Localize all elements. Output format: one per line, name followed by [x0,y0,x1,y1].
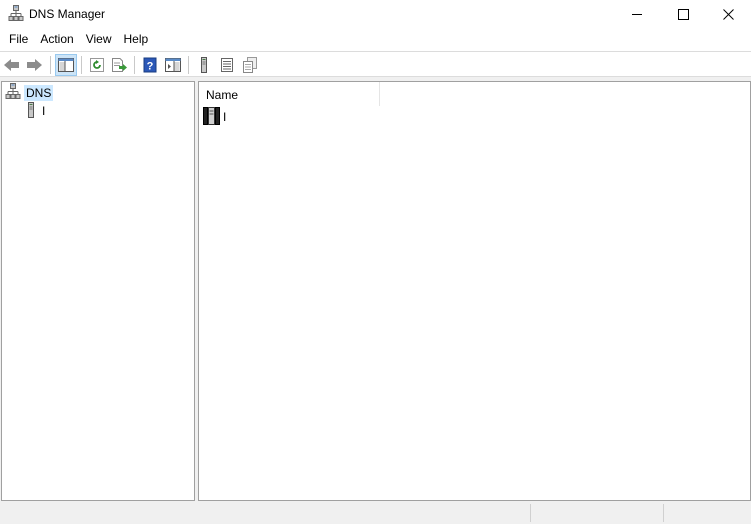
list-view-icon [221,58,233,72]
tree-node-dns[interactable]: DNS [5,82,54,104]
tree-node-label: I [42,104,46,118]
back-button[interactable] [1,54,23,76]
maximize-icon [677,8,689,20]
menu-action[interactable]: Action [34,29,79,50]
properties-icon [243,57,257,73]
toolbar-separator [188,56,189,74]
export-list-button[interactable] [108,54,130,76]
show-hide-action-pane-button[interactable] [162,54,184,76]
close-icon [722,8,734,20]
tree-node-server[interactable]: I [26,101,46,121]
server-icon [203,106,221,128]
list-view-button[interactable] [216,54,238,76]
server-icon [26,101,36,121]
column-header-name[interactable]: Name [199,82,380,106]
show-hide-action-pane-icon [165,58,181,72]
menu-help[interactable]: Help [118,29,155,50]
refresh-icon [90,58,104,72]
show-hide-console-tree-icon [58,58,74,72]
toolbar: ? [0,51,751,77]
svg-text:?: ? [147,61,154,73]
maximize-button[interactable] [660,0,706,28]
console-tree-pane: DNS I [1,81,195,501]
window-title: DNS Manager [29,7,106,21]
results-pane: Name I [198,81,751,501]
toolbar-separator [81,56,82,74]
server-button[interactable] [193,54,215,76]
minimize-icon [631,13,642,15]
dns-tree-icon [5,82,21,104]
list-item[interactable]: I [203,106,227,128]
forward-button[interactable] [23,54,45,76]
status-bar [0,501,751,524]
title-bar: DNS Manager [0,0,751,28]
list-item-label: I [223,110,227,124]
menu-file[interactable]: File [3,29,34,50]
status-separator [530,504,531,522]
show-hide-console-tree-button[interactable] [55,54,77,76]
export-list-icon [112,58,127,72]
tree-node-label: DNS [24,85,54,101]
dns-tree-icon [8,5,24,23]
help-button[interactable]: ? [139,54,161,76]
toolbar-separator [50,56,51,74]
refresh-button[interactable] [86,54,108,76]
server-icon [201,57,207,73]
properties-button[interactable] [239,54,261,76]
status-separator [663,504,664,522]
menu-view[interactable]: View [80,29,118,50]
column-header-row: Name [199,82,750,106]
help-icon: ? [143,57,157,73]
back-arrow-icon [4,59,19,71]
minimize-button[interactable] [614,0,660,28]
menu-bar: File Action View Help [0,29,751,50]
forward-arrow-icon [27,59,42,71]
toolbar-separator [134,56,135,74]
close-button[interactable] [705,0,751,28]
